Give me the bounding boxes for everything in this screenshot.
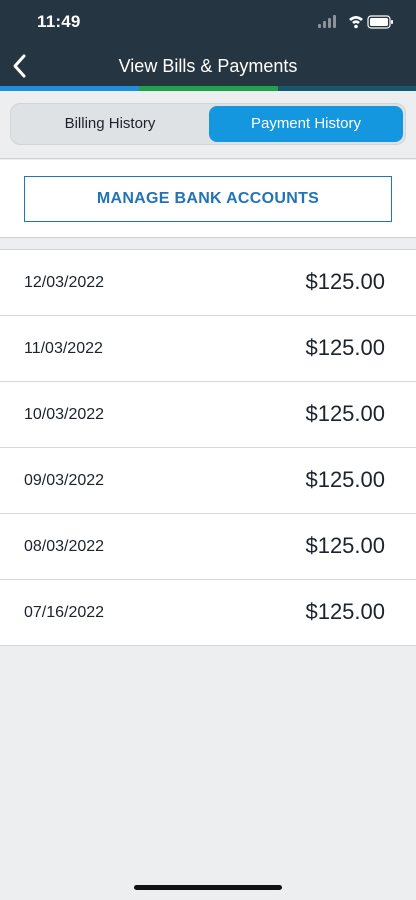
payment-row[interactable]: 09/03/2022 $125.00 bbox=[0, 448, 416, 514]
payment-date: 08/03/2022 bbox=[24, 538, 105, 555]
payment-amount: $125.00 bbox=[305, 269, 385, 294]
status-time: 11:49 bbox=[37, 12, 81, 31]
manage-section: MANAGE BANK ACCOUNTS bbox=[0, 160, 416, 238]
status-icons bbox=[318, 13, 394, 31]
payment-row[interactable]: 08/03/2022 $125.00 bbox=[0, 514, 416, 580]
app-header: 11:49 View Bills & Payments bbox=[0, 0, 416, 88]
payment-date: 07/16/2022 bbox=[24, 604, 105, 621]
tab-billing-history[interactable]: Billing History bbox=[13, 106, 207, 142]
payment-date: 10/03/2022 bbox=[24, 406, 105, 423]
page-title: View Bills & Payments bbox=[118, 56, 298, 76]
payment-date: 11/03/2022 bbox=[24, 340, 103, 357]
payment-amount: $125.00 bbox=[305, 599, 385, 624]
payment-row[interactable]: 07/16/2022 $125.00 bbox=[0, 580, 416, 646]
signal-icon bbox=[318, 15, 336, 28]
tab-bar: Billing History Payment History bbox=[0, 91, 416, 159]
payment-row[interactable]: 10/03/2022 $125.00 bbox=[0, 382, 416, 448]
payment-date: 09/03/2022 bbox=[24, 472, 105, 489]
payment-amount: $125.00 bbox=[305, 335, 385, 360]
home-indicator[interactable] bbox=[134, 885, 282, 890]
manage-bank-accounts-button[interactable]: MANAGE BANK ACCOUNTS bbox=[24, 176, 392, 222]
payment-amount: $125.00 bbox=[305, 467, 385, 492]
payment-amount: $125.00 bbox=[305, 401, 385, 426]
payment-date: 12/03/2022 bbox=[24, 274, 105, 291]
payment-row[interactable]: 12/03/2022 $125.00 bbox=[0, 250, 416, 316]
battery-icon bbox=[367, 15, 393, 29]
segmented-control: Billing History Payment History bbox=[10, 103, 406, 145]
tab-payment-history[interactable]: Payment History bbox=[209, 106, 403, 142]
payment-list: 12/03/2022 $125.00 11/03/2022 $125.00 10… bbox=[0, 249, 416, 646]
wifi-icon bbox=[349, 16, 363, 29]
payment-row[interactable]: 11/03/2022 $125.00 bbox=[0, 316, 416, 382]
payment-amount: $125.00 bbox=[305, 533, 385, 558]
